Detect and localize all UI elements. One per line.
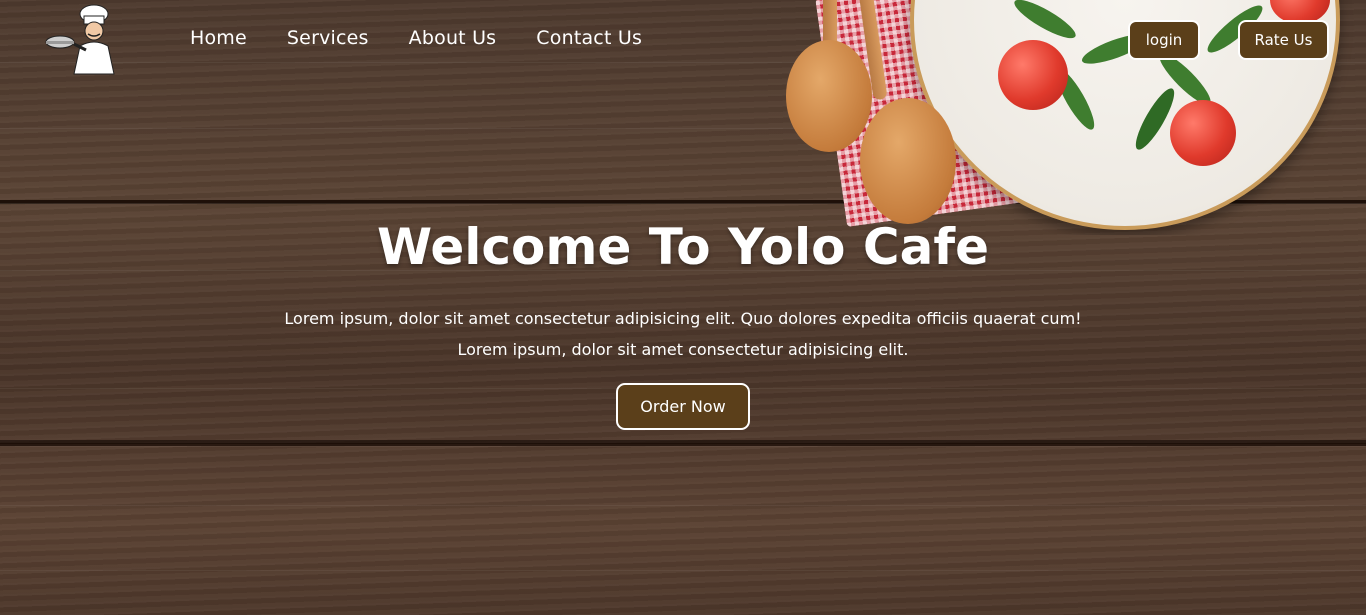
nav-contact-us[interactable]: Contact Us — [536, 27, 642, 49]
order-now-button[interactable]: Order Now — [616, 383, 750, 430]
plank-seam — [0, 443, 1366, 446]
wood-grain — [0, 505, 1366, 506]
main-nav: Home Services About Us Contact Us — [190, 27, 642, 49]
rate-us-button[interactable]: Rate Us — [1238, 20, 1329, 60]
wooden-spoon — [786, 40, 872, 152]
hero-description-line: Lorem ipsum, dolor sit amet consectetur … — [284, 309, 1082, 328]
tomato — [1170, 100, 1236, 166]
nav-services[interactable]: Services — [287, 27, 369, 49]
hero-title: Welcome To Yolo Cafe — [376, 218, 989, 276]
chef-logo-icon[interactable] — [44, 4, 126, 76]
login-button[interactable]: login — [1128, 20, 1200, 60]
wooden-spoon — [860, 98, 956, 224]
wood-grain — [0, 570, 1366, 571]
nav-home[interactable]: Home — [190, 27, 247, 49]
hero-description-line: Lorem ipsum, dolor sit amet consectetur … — [457, 340, 909, 359]
nav-about-us[interactable]: About Us — [409, 27, 497, 49]
tomato — [998, 40, 1068, 110]
